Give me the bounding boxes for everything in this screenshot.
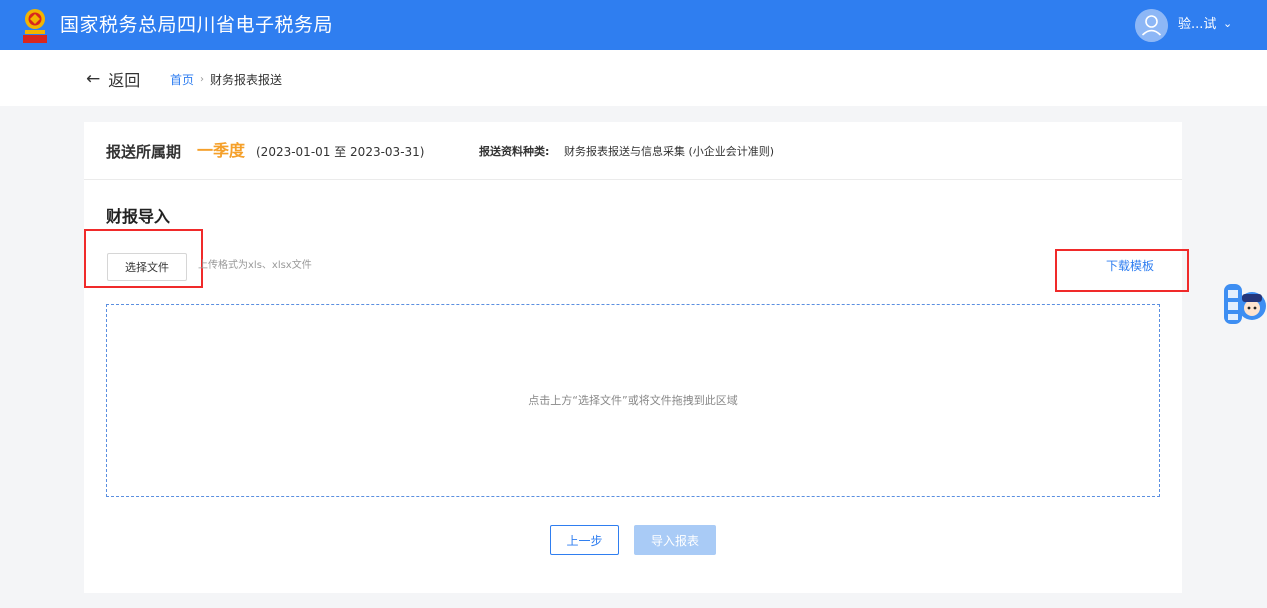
choose-file-button[interactable]: 选择文件 [107, 253, 187, 281]
period-value: 一季度 [197, 141, 246, 160]
dropzone-text: 点击上方“选择文件”或将文件拖拽到此区域 [528, 394, 738, 407]
chevron-down-icon[interactable]: ⌄ [1223, 16, 1232, 32]
arrow-left-icon[interactable]: ← [86, 69, 100, 89]
download-template-link[interactable]: 下载模板 [1106, 258, 1154, 274]
tax-assistant-icon[interactable] [1222, 276, 1267, 328]
user-avatar-icon[interactable] [1135, 9, 1168, 42]
username[interactable]: 验...试 [1178, 17, 1216, 33]
report-type-label: 报送资料种类: [479, 145, 550, 158]
upload-format-hint: 上传格式为xls、xlsx文件 [198, 260, 312, 271]
section-title: 财报导入 [106, 207, 171, 226]
report-type-value: 财务报表报送与信息采集 (小企业会计准则) [564, 145, 775, 158]
breadcrumb-home-link[interactable]: 首页 [170, 72, 194, 88]
file-dropzone[interactable]: 点击上方“选择文件”或将文件拖拽到此区域 [106, 304, 1160, 497]
import-report-button[interactable]: 导入报表 [634, 525, 716, 555]
back-label[interactable]: 返回 [108, 67, 140, 91]
chevron-right-icon: › [200, 74, 205, 85]
tax-emblem-icon [23, 9, 47, 43]
breadcrumb-current: 财务报表报送 [210, 73, 283, 87]
period-range: (2023-01-01 至 2023-03-31) [256, 145, 425, 159]
nav-bar: ← 返回 首页 › 财务报表报送 [0, 50, 1267, 106]
back-button[interactable]: ← 返回 [86, 68, 140, 90]
top-bar: 国家税务总局四川省电子税务局 验...试 ⌄ [0, 0, 1267, 50]
breadcrumb: 首页 › 财务报表报送 [170, 72, 282, 88]
import-card: 报送所属期 一季度 (2023-01-01 至 2023-03-31) 报送资料… [84, 122, 1189, 593]
previous-step-button[interactable]: 上一步 [550, 525, 619, 555]
period-bar: 报送所属期 一季度 (2023-01-01 至 2023-03-31) 报送资料… [84, 122, 1182, 180]
period-label: 报送所属期 [106, 143, 182, 161]
site-title: 国家税务总局四川省电子税务局 [60, 14, 334, 36]
